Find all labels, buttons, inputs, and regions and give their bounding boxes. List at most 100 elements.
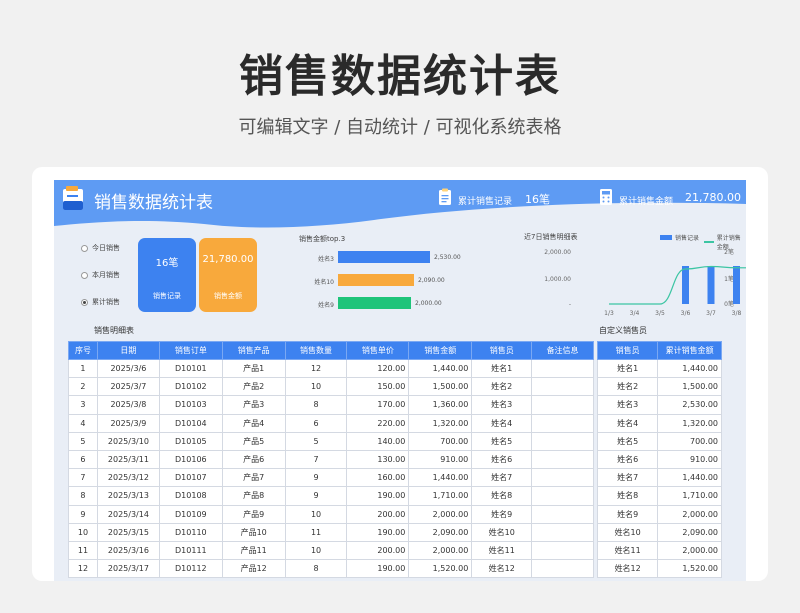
table-cell[interactable]: 170.00 [346, 395, 410, 415]
table-cell[interactable]: 190.00 [346, 559, 410, 579]
table-row[interactable]: 姓名4 1,320.00 [596, 413, 722, 433]
column-header[interactable]: 累计销售金额 [657, 341, 722, 360]
table-cell[interactable] [531, 559, 594, 579]
table-cell[interactable]: 7 [68, 468, 98, 488]
table-cell[interactable]: 150.00 [346, 377, 410, 397]
table-cell[interactable] [531, 358, 594, 379]
table-cell[interactable]: 2025/3/16 [96, 540, 160, 561]
table-row[interactable]: 10 2025/3/15 D10110 产品10 11 190.00 2,090.00 姓名1… [68, 522, 594, 542]
table-cell[interactable] [531, 413, 594, 433]
table-cell[interactable]: 2025/3/7 [96, 377, 160, 397]
table-cell[interactable]: 产品3 [221, 395, 286, 415]
table-cell[interactable]: 1,710.00 [408, 486, 473, 506]
table-cell[interactable]: 130.00 [346, 449, 410, 470]
table-cell[interactable]: 产品12 [221, 559, 286, 579]
table-cell[interactable]: 1,520.00 [657, 559, 722, 579]
table-row[interactable]: 姓名9 2,000.00 [596, 504, 722, 524]
table-cell[interactable]: 11 [68, 540, 98, 561]
table-cell[interactable]: 1,440.00 [657, 468, 722, 488]
column-header[interactable]: 销售产品 [221, 341, 286, 360]
table-cell[interactable]: 140.00 [346, 431, 410, 451]
table-cell[interactable]: D10107 [158, 468, 223, 488]
table-cell[interactable]: 8 [284, 559, 348, 579]
table-cell[interactable]: 姓名2 [471, 377, 533, 397]
table-cell[interactable]: 1,320.00 [657, 413, 722, 433]
table-cell[interactable]: 姓名10 [471, 522, 533, 542]
table-cell[interactable]: 5 [68, 431, 98, 451]
table-cell[interactable] [531, 504, 594, 524]
table-cell[interactable]: 2,530.00 [657, 395, 722, 415]
table-row[interactable]: 3 2025/3/8 D10103 产品3 8 170.00 1,360.00 姓名3 [68, 395, 594, 415]
table-cell[interactable]: 700.00 [408, 431, 473, 451]
table-cell[interactable]: 910.00 [408, 449, 473, 470]
table-row[interactable]: 姓名11 2,000.00 [596, 540, 722, 561]
table-cell[interactable]: 2,000.00 [408, 540, 473, 561]
table-cell[interactable]: 姓名1 [596, 358, 659, 379]
table-row[interactable]: 姓名5 700.00 [596, 431, 722, 451]
table-cell[interactable]: D10106 [158, 449, 223, 470]
column-header[interactable]: 备注信息 [531, 341, 594, 360]
table-cell[interactable]: 4 [68, 413, 98, 433]
table-cell[interactable]: 1,320.00 [408, 413, 473, 433]
table-cell[interactable] [531, 522, 594, 542]
table-cell[interactable]: 2025/3/8 [96, 395, 160, 415]
table-cell[interactable]: 1,440.00 [408, 468, 473, 488]
table-cell[interactable]: 姓名7 [471, 468, 533, 488]
table-cell[interactable]: 2025/3/17 [96, 559, 160, 579]
table-cell[interactable]: D10111 [158, 540, 223, 561]
table-cell[interactable]: 姓名12 [471, 559, 533, 579]
filter-today[interactable]: 今日销售 [81, 243, 120, 253]
table-cell[interactable]: 产品2 [221, 377, 286, 397]
table-row[interactable]: 姓名1 1,440.00 [596, 358, 722, 379]
table-row[interactable]: 5 2025/3/10 D10105 产品5 5 140.00 700.00 姓名5 [68, 431, 594, 451]
table-row[interactable]: 姓名12 1,520.00 [596, 559, 722, 579]
table-row[interactable]: 姓名7 1,440.00 [596, 468, 722, 488]
table-cell[interactable]: 姓名8 [596, 486, 659, 506]
table-cell[interactable]: 1,440.00 [408, 358, 473, 379]
table-cell[interactable]: 700.00 [657, 431, 722, 451]
table-cell[interactable]: 11 [284, 522, 348, 542]
filter-cumulative[interactable]: 累计销售 [81, 297, 120, 307]
table-cell[interactable]: 产品6 [221, 449, 286, 470]
table-cell[interactable]: 8 [284, 395, 348, 415]
table-cell[interactable] [531, 486, 594, 506]
table-cell[interactable]: 1,710.00 [657, 486, 722, 506]
table-cell[interactable]: D10110 [158, 522, 223, 542]
column-header[interactable]: 销售员 [596, 341, 659, 360]
table-cell[interactable]: D10104 [158, 413, 223, 433]
table-cell[interactable]: 产品7 [221, 468, 286, 488]
table-cell[interactable]: 7 [284, 449, 348, 470]
table-cell[interactable]: 姓名2 [596, 377, 659, 397]
table-cell[interactable] [531, 540, 594, 561]
filter-month[interactable]: 本月销售 [81, 270, 120, 280]
table-row[interactable]: 11 2025/3/16 D10111 产品11 10 200.00 2,000.00 姓名1… [68, 540, 594, 561]
table-row[interactable]: 姓名3 2,530.00 [596, 395, 722, 415]
table-cell[interactable]: 220.00 [346, 413, 410, 433]
table-cell[interactable]: 产品4 [221, 413, 286, 433]
table-cell[interactable] [531, 449, 594, 470]
table-cell[interactable]: 姓名10 [596, 522, 659, 542]
table-cell[interactable]: 910.00 [657, 449, 722, 470]
table-row[interactable]: 8 2025/3/13 D10108 产品8 9 190.00 1,710.00 姓名8 [68, 486, 594, 506]
table-cell[interactable]: 2 [68, 377, 98, 397]
table-cell[interactable]: 姓名9 [596, 504, 659, 524]
table-cell[interactable]: 姓名3 [596, 395, 659, 415]
table-cell[interactable]: 9 [284, 486, 348, 506]
table-cell[interactable]: 姓名3 [471, 395, 533, 415]
column-header[interactable]: 序号 [68, 341, 98, 360]
table-cell[interactable]: 2025/3/9 [96, 413, 160, 433]
table-cell[interactable]: 2025/3/6 [96, 358, 160, 379]
table-cell[interactable]: 产品1 [221, 358, 286, 379]
table-cell[interactable]: 产品5 [221, 431, 286, 451]
column-header[interactable]: 日期 [96, 341, 160, 360]
table-cell[interactable]: 6 [68, 449, 98, 470]
table-cell[interactable]: 姓名5 [471, 431, 533, 451]
table-cell[interactable]: 姓名9 [471, 504, 533, 524]
table-cell[interactable]: 1,440.00 [657, 358, 722, 379]
table-cell[interactable]: 10 [284, 504, 348, 524]
table-cell[interactable]: 姓名5 [596, 431, 659, 451]
table-row[interactable]: 4 2025/3/9 D10104 产品4 6 220.00 1,320.00 姓名4 [68, 413, 594, 433]
table-cell[interactable]: 2025/3/13 [96, 486, 160, 506]
table-cell[interactable]: 2025/3/14 [96, 504, 160, 524]
table-cell[interactable]: 2,000.00 [657, 504, 722, 524]
